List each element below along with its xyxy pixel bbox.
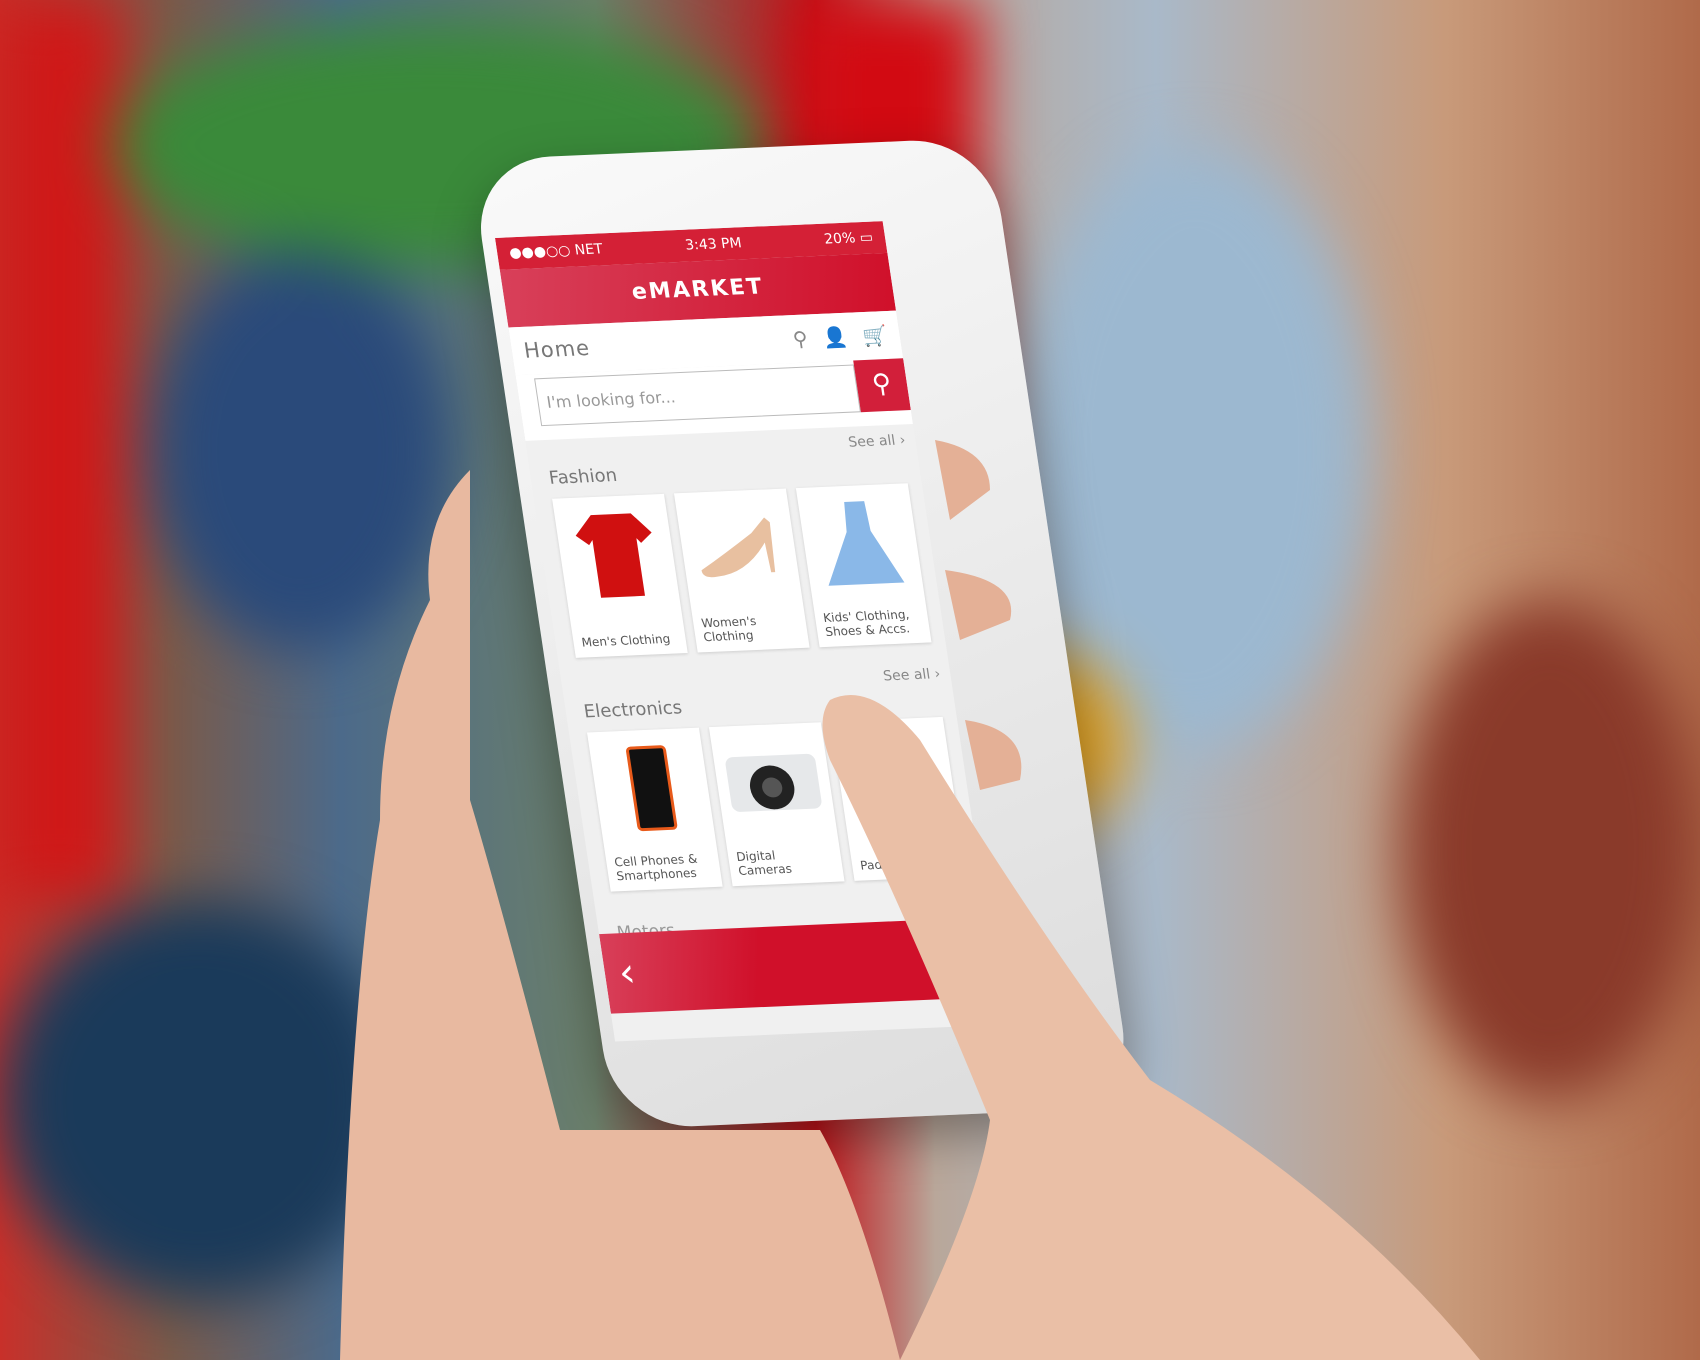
pointing-finger xyxy=(822,695,1480,1360)
holding-hand xyxy=(340,470,900,1360)
hands xyxy=(340,440,1480,1360)
holding-fingers xyxy=(935,440,1022,790)
